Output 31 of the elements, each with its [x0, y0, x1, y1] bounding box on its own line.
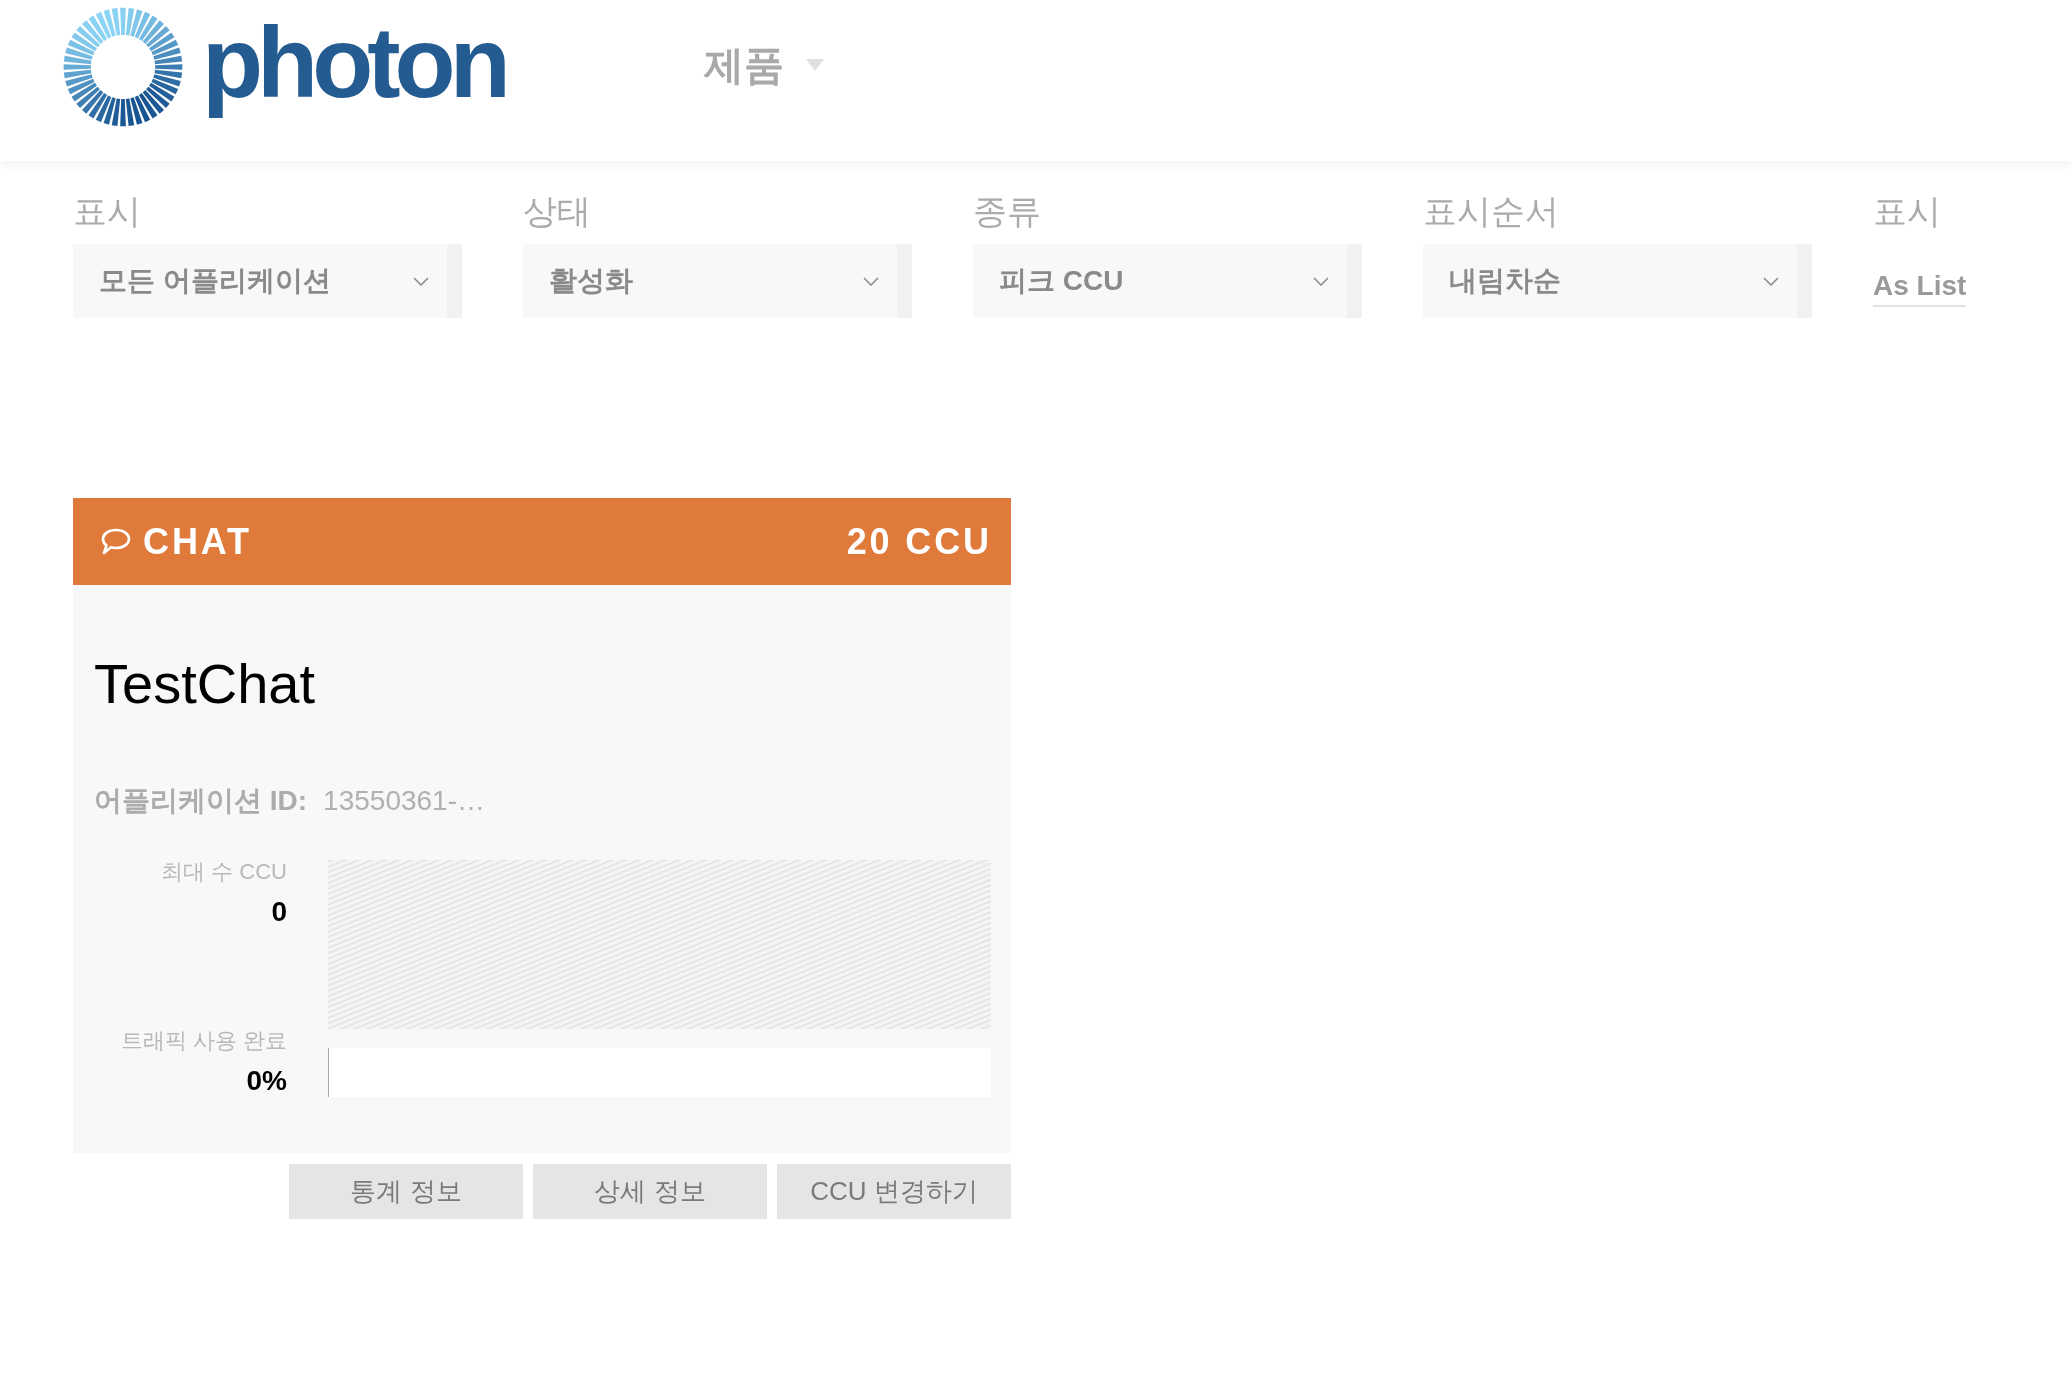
card-action-button[interactable]: CCU 변경하기 — [777, 1164, 1011, 1219]
select-field[interactable]: 내림차순 — [1423, 244, 1812, 318]
metric-label: 최대 수 CCU — [161, 860, 287, 884]
filter-label: 종류 — [973, 191, 1041, 232]
filter-label: 상태 — [523, 191, 591, 232]
chevron-down-icon — [863, 276, 879, 286]
products-menu[interactable]: 제품 — [704, 41, 824, 89]
card-action-button[interactable]: 통계 정보 — [289, 1164, 523, 1219]
chevron-down-icon — [1313, 276, 1329, 286]
card-action-button[interactable]: 상세 정보 — [533, 1164, 767, 1219]
filter-label: 표시순서 — [1423, 191, 1559, 232]
select-field[interactable]: 활성화 — [523, 244, 912, 318]
app-id-label: 어플리케이션 ID: — [94, 784, 308, 818]
metric-value: 0 — [271, 895, 287, 929]
metric-label: 트래픽 사용 완료 — [120, 1029, 287, 1053]
chevron-down-icon — [413, 276, 429, 286]
speech-bubble-icon — [101, 528, 131, 555]
app-id-value: 13550361-… — [323, 784, 485, 818]
app-name: TestChat — [94, 651, 315, 717]
metric-value: 0% — [246, 1064, 287, 1098]
chevron-down-icon — [1763, 276, 1779, 286]
filter-label: 표시 — [73, 191, 141, 232]
select-field[interactable]: 피크 CCU — [973, 244, 1362, 318]
view-link[interactable]: As List — [1873, 269, 1967, 307]
ring-logo-icon — [63, 7, 183, 127]
ccu-amount: 20 CCU — [846, 519, 992, 564]
product-name: CHAT — [143, 519, 252, 564]
logo-wordmark: photon — [202, 5, 506, 120]
select-field[interactable]: 모든 어플리케이션 — [73, 244, 462, 318]
filter-label: 표시 — [1873, 191, 1941, 232]
caret-down-icon — [806, 59, 824, 71]
